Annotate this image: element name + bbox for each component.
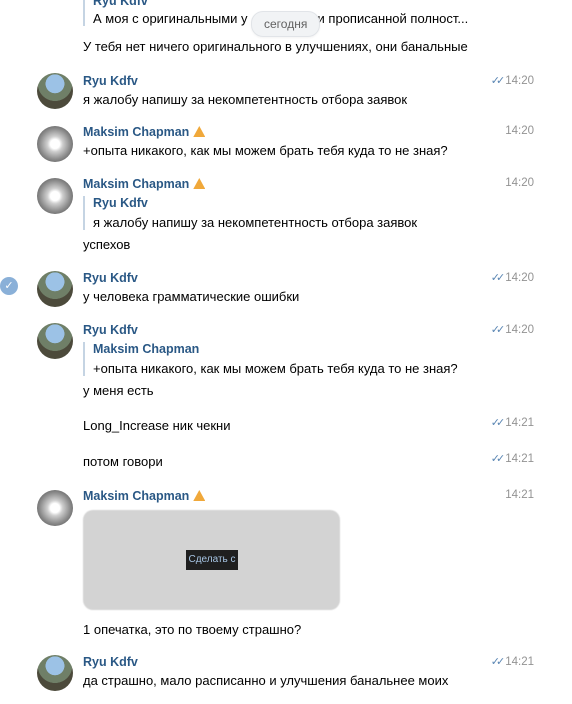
message-time: ✓✓ 14:20 — [490, 324, 534, 336]
author-name[interactable]: Maksim Chapman — [83, 177, 206, 191]
avatar[interactable] — [37, 655, 73, 691]
message: Ryu Kdfv ✓✓ 14:20 я жалобу напишу за неко… — [0, 72, 572, 112]
author-name[interactable]: Ryu Kdfv — [83, 323, 138, 337]
check-circle-icon[interactable]: ✓ — [0, 277, 18, 295]
image-action-button[interactable]: Сделать с — [186, 550, 238, 570]
double-check-icon: ✓✓ — [490, 272, 506, 284]
reply-quote[interactable]: Maksim Chapman +опыта никакого, как мы м… — [83, 342, 458, 376]
message-text: Long_Increase ник чекни — [83, 418, 231, 433]
quote-text: +опыта никакого, как мы можем брать тебя… — [93, 361, 458, 376]
message-continuation: ✓✓ 14:21 потом говори — [0, 452, 572, 476]
quote-text: я жалобу напишу за некомпетентность отбо… — [93, 215, 418, 230]
message-text: у человека грамматические ошибки — [83, 289, 300, 304]
avatar[interactable] — [37, 178, 73, 214]
message-selected[interactable]: ✓ Ryu Kdfv ✓✓ 14:20 у человека грамматиче… — [0, 270, 572, 310]
double-check-icon: ✓✓ — [490, 656, 506, 668]
message: Ryu Kdfv ✓✓ 14:20 Maksim Chapman +опыта н… — [0, 322, 572, 402]
message-text: У тебя нет ничего оригинального в улучше… — [83, 39, 468, 54]
message-time: 14:20 — [505, 177, 534, 189]
message-text: у меня есть — [83, 383, 154, 398]
message-continuation: ✓✓ 14:21 Long_Increase ник чекни — [0, 416, 572, 440]
message-time: ✓✓ 14:21 — [490, 453, 534, 465]
reply-quote[interactable]: Ryu Kdfv я жалобу напишу за некомпетентн… — [83, 196, 417, 230]
quote-author: Ryu Kdfv — [93, 0, 148, 8]
warning-triangle-icon — [193, 178, 206, 189]
double-check-icon: ✓✓ — [490, 417, 506, 429]
message-text: 1 опечатка, это по твоему страшно? — [83, 622, 302, 637]
message: Ryu Kdfv ✓✓ 14:21 да страшно, мало распис… — [0, 654, 572, 694]
message-time: ✓✓ 14:21 — [490, 417, 534, 429]
quote-author: Maksim Chapman — [93, 342, 200, 356]
message-text: потом говори — [83, 454, 163, 469]
warning-triangle-icon — [193, 490, 206, 501]
double-check-icon: ✓✓ — [490, 453, 506, 465]
author-name[interactable]: Maksim Chapman — [83, 489, 206, 503]
message-time: ✓✓ 14:21 — [490, 656, 534, 668]
double-check-icon: ✓✓ — [490, 75, 506, 87]
avatar[interactable] — [37, 126, 73, 162]
message-text: успехов — [83, 237, 131, 252]
message-text: да страшно, мало расписанно и улучшения … — [83, 673, 449, 688]
message: Maksim Chapman 14:20 +опыта никакого, ка… — [0, 124, 572, 164]
date-pill: сегодня — [251, 11, 321, 37]
message-text: +опыта никакого, как мы можем брать тебя… — [83, 143, 448, 158]
message-time: ✓✓ 14:20 — [490, 75, 534, 87]
author-name[interactable]: Ryu Kdfv — [83, 74, 138, 88]
message-time: 14:20 — [505, 125, 534, 137]
warning-triangle-icon — [193, 126, 206, 137]
quote-author: Ryu Kdfv — [93, 196, 148, 210]
author-name[interactable]: Maksim Chapman — [83, 125, 206, 139]
author-name[interactable]: Ryu Kdfv — [83, 271, 138, 285]
message-time: 14:21 — [505, 489, 534, 501]
double-check-icon: ✓✓ — [490, 324, 506, 336]
message-time: ✓✓ 14:20 — [490, 272, 534, 284]
avatar[interactable] — [37, 490, 73, 526]
message-text: я жалобу напишу за некомпетентность отбо… — [83, 92, 408, 107]
author-name[interactable]: Ryu Kdfv — [83, 655, 138, 669]
avatar[interactable] — [37, 73, 73, 109]
message: Maksim Chapman 14:20 Ryu Kdfv я жалобу н… — [0, 176, 572, 256]
avatar[interactable] — [37, 271, 73, 307]
avatar[interactable] — [37, 323, 73, 359]
